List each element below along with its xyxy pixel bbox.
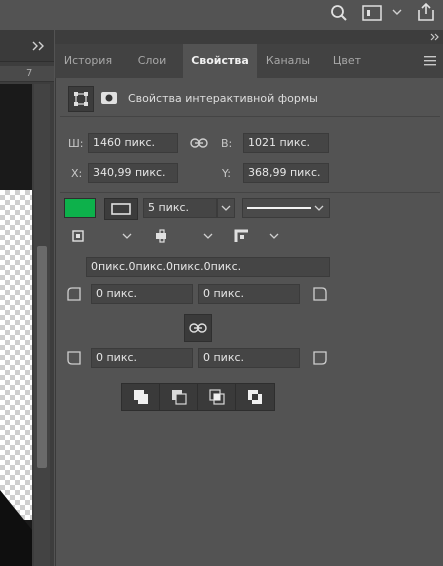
stroke-type-select[interactable]	[242, 198, 330, 218]
collapse-panels-icon[interactable]	[30, 38, 48, 54]
width-label: Ш:	[68, 137, 84, 150]
height-input[interactable]: 1021 пикс.	[243, 133, 329, 153]
stroke-width-dropdown[interactable]	[217, 198, 235, 218]
transform-icon[interactable]	[68, 86, 94, 112]
intersect-shapes-icon[interactable]	[197, 383, 237, 411]
x-label: X:	[71, 167, 83, 180]
y-label: Y:	[222, 167, 231, 180]
top-right-radius-input[interactable]: 0 пикс.	[198, 284, 300, 304]
top-left-corner-icon	[64, 284, 84, 304]
subtract-shapes-icon[interactable]	[159, 383, 199, 411]
top-left-radius-input[interactable]: 0 пикс.	[91, 284, 193, 304]
panel-tab-bar: История Слои Свойства Каналы Цвет	[55, 44, 443, 78]
shape-properties-icon[interactable]	[98, 88, 120, 108]
link-proportions-icon[interactable]	[188, 134, 210, 152]
chevron-down-icon[interactable]	[390, 4, 404, 20]
tab-layers[interactable]: Слои	[121, 44, 183, 78]
scrollbar-thumb[interactable]	[37, 246, 47, 468]
width-input[interactable]: 1460 пикс.	[88, 133, 178, 153]
y-position-input[interactable]: 368,99 пикс.	[243, 163, 329, 183]
canvas-shape	[0, 490, 32, 566]
properties-panel	[55, 44, 443, 566]
panel-header-strip	[55, 30, 443, 44]
bottom-left-radius-input[interactable]: 0 пикс.	[91, 348, 193, 368]
collapse-dock-icon[interactable]	[428, 30, 442, 44]
divider	[60, 116, 440, 117]
panel-menu-icon[interactable]	[421, 52, 439, 70]
section-title: Свойства интерактивной формы	[128, 92, 318, 105]
exclude-overlap-icon[interactable]	[235, 383, 275, 411]
fill-color-swatch[interactable]	[64, 198, 96, 218]
stroke-cap-select[interactable]	[145, 226, 217, 246]
stroke-align-select[interactable]	[64, 226, 136, 246]
height-label: В:	[221, 137, 233, 150]
share-icon[interactable]	[414, 0, 438, 24]
bottom-right-corner-icon	[310, 348, 330, 368]
stroke-width-input[interactable]: 5 пикс.	[143, 198, 217, 218]
x-position-input[interactable]: 340,99 пикс.	[88, 163, 178, 183]
ruler-mark: 7	[26, 68, 33, 79]
stroke-join-select[interactable]	[227, 226, 283, 246]
all-corners-input[interactable]: 0пикс.0пикс.0пикс.0пикс.	[86, 257, 330, 277]
tab-color[interactable]: Цвет	[319, 44, 375, 78]
bottom-left-corner-icon	[64, 348, 84, 368]
tab-history[interactable]: История	[55, 44, 121, 78]
top-right-corner-icon	[310, 284, 330, 304]
bottom-right-radius-input[interactable]: 0 пикс.	[198, 348, 300, 368]
tab-channels[interactable]: Каналы	[257, 44, 319, 78]
tab-properties[interactable]: Свойства	[183, 44, 257, 78]
stroke-color-swatch[interactable]	[104, 198, 138, 220]
workspace-icon[interactable]	[360, 2, 384, 24]
link-corners-button[interactable]	[184, 314, 212, 342]
transparent-canvas-area	[0, 190, 32, 520]
divider	[60, 192, 440, 193]
search-icon[interactable]	[328, 2, 350, 24]
combine-shapes-icon[interactable]	[121, 383, 161, 411]
